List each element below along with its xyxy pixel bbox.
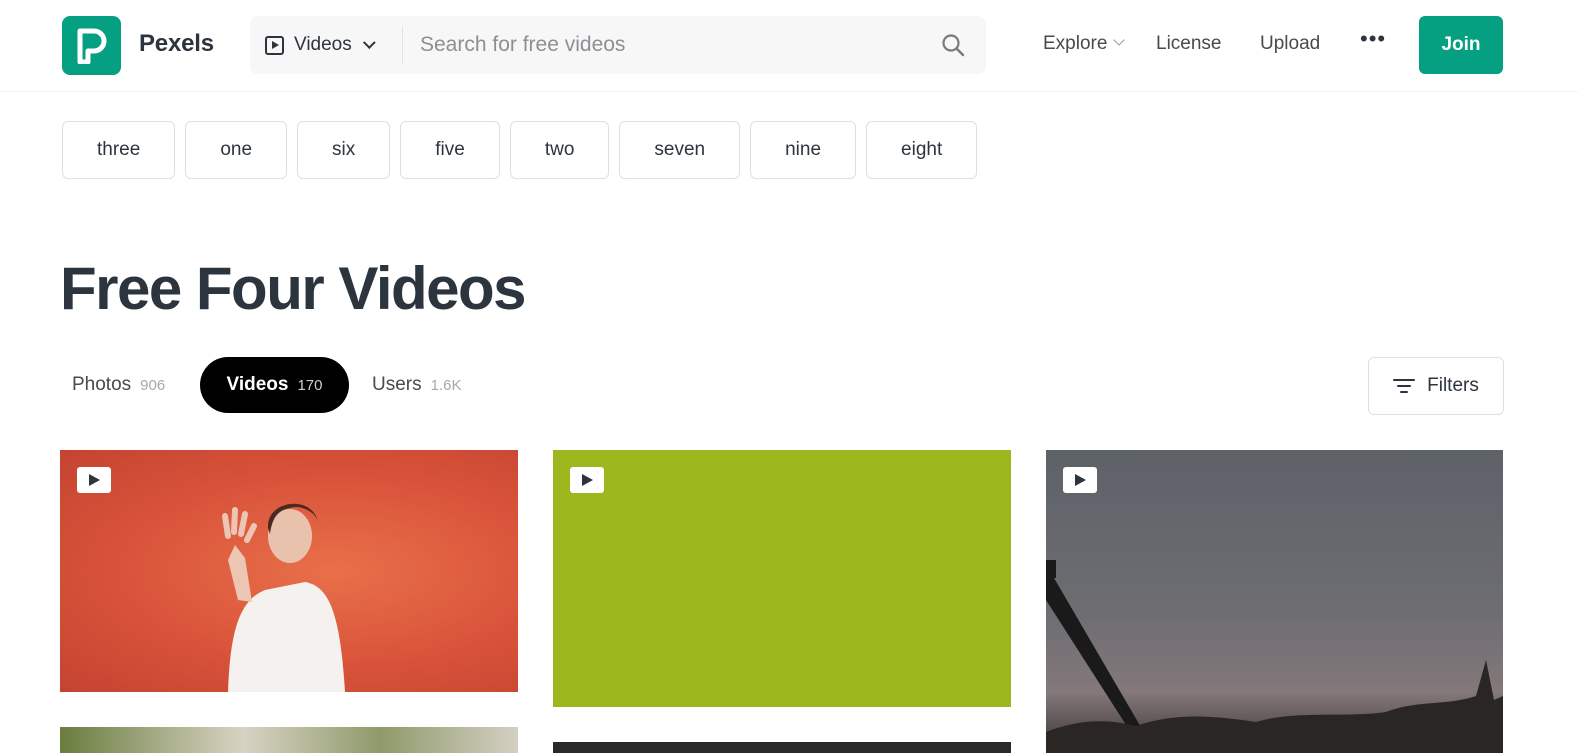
video-thumbnail (1046, 560, 1503, 753)
tab-videos[interactable]: Videos 170 (200, 357, 349, 413)
join-button[interactable]: Join (1419, 16, 1503, 74)
video-play-icon (1063, 467, 1097, 493)
tag-seven[interactable]: seven (619, 121, 741, 179)
tab-count: 1.6K (430, 376, 462, 394)
tag-one[interactable]: one (185, 121, 288, 179)
license-link[interactable]: License (1156, 33, 1222, 55)
video-card[interactable] (553, 742, 1011, 753)
filter-icon (1393, 379, 1416, 393)
more-menu-icon[interactable]: ••• (1360, 26, 1386, 52)
video-play-icon (570, 467, 604, 493)
search-icon[interactable] (940, 32, 966, 58)
tab-label: Videos (226, 374, 289, 395)
video-card[interactable] (553, 450, 1011, 707)
video-card[interactable] (1046, 450, 1503, 753)
pexels-logo-icon (77, 28, 107, 64)
explore-label: Explore (1043, 33, 1108, 54)
explore-menu[interactable]: Explore (1043, 33, 1126, 55)
media-type-dropdown[interactable]: Videos (250, 16, 402, 74)
chevron-down-icon (1113, 34, 1126, 46)
search-input[interactable] (420, 30, 920, 60)
page-title: Free Four Videos (60, 255, 527, 322)
tag-six[interactable]: six (297, 121, 391, 179)
tab-label: Users (372, 374, 422, 395)
top-header: Pexels Videos Explore License Upload •••… (0, 0, 1578, 92)
filters-label: Filters (1427, 375, 1479, 396)
video-play-icon (77, 467, 111, 493)
tag-five[interactable]: five (400, 121, 500, 179)
upload-link[interactable]: Upload (1260, 33, 1320, 55)
tab-users[interactable]: Users 1.6K (372, 357, 461, 413)
tag-two[interactable]: two (509, 121, 610, 179)
video-thumbnail (222, 503, 345, 692)
tag-nine[interactable]: nine (750, 121, 857, 179)
tag-three[interactable]: three (62, 121, 176, 179)
tab-count: 170 (297, 376, 323, 394)
search-bar: Videos (250, 16, 986, 74)
pexels-logo[interactable] (62, 16, 121, 75)
chevron-down-icon (362, 35, 376, 49)
tab-label: Photos (72, 374, 132, 395)
tab-count: 906 (140, 376, 166, 394)
video-card[interactable] (60, 727, 518, 753)
tab-photos[interactable]: Photos 906 (72, 357, 165, 413)
video-card[interactable] (60, 450, 518, 692)
media-type-label: Videos (294, 34, 352, 55)
search-divider (402, 26, 403, 64)
tag-eight[interactable]: eight (866, 121, 978, 179)
brand-name[interactable]: Pexels (139, 30, 214, 58)
video-icon (265, 35, 284, 55)
filters-button[interactable]: Filters (1368, 357, 1504, 415)
related-tags: three one six five two seven nine eight (62, 121, 978, 179)
